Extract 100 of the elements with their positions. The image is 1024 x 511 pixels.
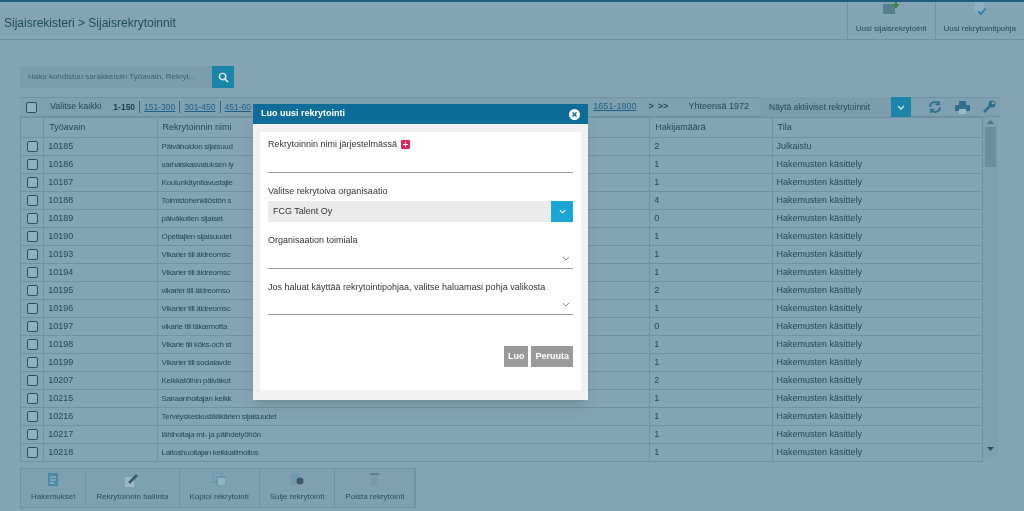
- table-cell: 1: [649, 407, 773, 426]
- field-label: Jos haluat käyttää rekrytointipohjaa, valitse haluamasi pohja valikosta: [268, 280, 546, 294]
- table-cell: Julkaistu: [772, 137, 983, 156]
- checkbox[interactable]: [27, 321, 38, 332]
- field-label: Rekrytoinnin nimi järjestelmässä: [268, 138, 398, 151]
- header-action-button[interactable]: Uusi sijaisrekrytointi: [846, 2, 935, 39]
- table-cell: 10196: [43, 299, 158, 318]
- chevron-down-icon: [562, 255, 570, 261]
- table-cell: 10218: [43, 443, 158, 462]
- document-icon: [48, 473, 59, 486]
- document-lock-icon: [290, 473, 304, 486]
- checkbox[interactable]: [27, 141, 38, 152]
- field-label: Organisaation toimiala: [268, 234, 358, 247]
- refresh-icon[interactable]: [927, 100, 943, 114]
- toolbar-button[interactable]: Kopioi rekrytointi: [179, 469, 260, 507]
- header-action-button[interactable]: Uusi rekrytointipohja: [934, 2, 1024, 39]
- dialog-button[interactable]: Luo: [504, 346, 529, 367]
- page-link[interactable]: 151-300: [139, 100, 180, 114]
- checkbox[interactable]: [27, 339, 38, 350]
- table-cell: Hakemusten käsittely: [772, 191, 983, 210]
- table-cell: 1: [649, 245, 773, 264]
- select-all-label: Valitse kaikki: [50, 100, 102, 114]
- trash-icon: [370, 473, 380, 486]
- page-link[interactable]: 301-450: [179, 100, 220, 114]
- checkbox[interactable]: [27, 213, 38, 224]
- chevron-down-icon: [897, 104, 905, 110]
- page-link[interactable]: 1-150: [113, 100, 140, 114]
- checkbox[interactable]: [27, 429, 38, 440]
- checkbox[interactable]: [27, 177, 38, 188]
- dialog-title: Luo uusi rekrytointi: [261, 107, 346, 121]
- table-cell: 10188: [43, 191, 158, 210]
- table-cell: 1: [649, 263, 773, 282]
- checkbox[interactable]: [27, 159, 38, 170]
- column-header[interactable]: Tila: [772, 117, 983, 138]
- breadcrumb: Sijaisrekisteri > Sijaisrekrytoinnit: [3, 15, 177, 32]
- checkbox[interactable]: [27, 195, 38, 206]
- checkbox[interactable]: [27, 393, 38, 404]
- table-cell: 1: [649, 155, 773, 174]
- column-header[interactable]: Hakijamäärä: [649, 117, 773, 138]
- scroll-down-icon[interactable]: [987, 447, 994, 451]
- checkbox[interactable]: [27, 447, 38, 458]
- table-cell: 2: [649, 281, 773, 300]
- table-cell: Hakemusten käsittely: [772, 245, 983, 264]
- search-icon: [217, 71, 229, 83]
- table-cell: Hakemusten käsittely: [772, 353, 983, 372]
- table-cell: 10190: [43, 227, 158, 246]
- table-cell: Hakemusten käsittely: [772, 155, 983, 174]
- chevron-down-icon: [562, 302, 570, 307]
- document-plus-icon: [883, 2, 900, 15]
- checkbox[interactable]: [27, 375, 38, 386]
- chevron-down-icon: [558, 209, 566, 214]
- table-cell: 10194: [43, 263, 158, 282]
- checkbox[interactable]: [27, 267, 38, 278]
- table-cell: 0: [649, 317, 773, 336]
- table-cell: 10187: [43, 173, 158, 192]
- copy-icon: [212, 473, 226, 486]
- table-cell: Hakemusten käsittely: [772, 299, 983, 318]
- next-page-link[interactable]: >: [648, 100, 654, 114]
- filter-dropdown[interactable]: Näytä aktiiviset rekrytoinnit: [761, 97, 911, 117]
- toolbar-button[interactable]: Poista rekrytointi: [335, 469, 416, 507]
- search-button[interactable]: [212, 66, 234, 88]
- toolbar-button[interactable]: Hakemukset: [21, 469, 87, 507]
- table-cell: Hakemusten käsittely: [772, 317, 983, 336]
- table-cell: 1: [649, 227, 773, 246]
- total-count: Yhteensä 1972: [688, 100, 749, 114]
- table-cell: Hakemusten käsittely: [772, 443, 983, 462]
- checkbox[interactable]: [27, 285, 38, 296]
- last-page-link[interactable]: >>: [657, 100, 669, 114]
- dialog-button[interactable]: Peruuta: [531, 346, 573, 367]
- table-cell: 1: [649, 443, 773, 462]
- page-link[interactable]: 1651-1800: [593, 100, 641, 114]
- table-cell: Hakemusten käsittely: [772, 173, 983, 192]
- table-cell: 10215: [43, 389, 158, 408]
- print-icon[interactable]: [955, 100, 970, 114]
- close-icon[interactable]: [569, 108, 580, 120]
- column-header[interactable]: Työavain: [43, 117, 158, 138]
- table-cell: Hakemusten käsittely: [772, 389, 983, 408]
- table-cell: 10195: [43, 281, 158, 300]
- table-cell: Hakemusten käsittely: [772, 281, 983, 300]
- table-cell: 10185: [43, 137, 158, 156]
- table-cell: 1: [649, 389, 773, 408]
- table-cell: 10216: [43, 407, 158, 426]
- table-cell: 10198: [43, 335, 158, 354]
- checkbox[interactable]: [27, 357, 38, 368]
- table-cell: 10199: [43, 353, 158, 372]
- checkbox[interactable]: [25, 101, 37, 113]
- toolbar-button[interactable]: Rekrytoinnin hallinta: [86, 469, 180, 507]
- table-cell: 4: [649, 191, 773, 210]
- checkbox[interactable]: [27, 303, 38, 314]
- table-cell: Laitoshuoltajan keikkailmoitus: [157, 443, 650, 462]
- checkbox[interactable]: [27, 411, 38, 422]
- table-cell: 0: [649, 209, 773, 228]
- toolbar-button[interactable]: Sulje rekrytointi: [259, 469, 336, 507]
- checkbox[interactable]: [27, 249, 38, 260]
- wrench-icon[interactable]: [982, 100, 996, 114]
- table-cell: Hakemusten käsittely: [772, 263, 983, 282]
- checkbox[interactable]: [27, 231, 38, 242]
- organisation-select[interactable]: FCG Talent Oy: [268, 201, 573, 222]
- table-cell: 1: [649, 335, 773, 354]
- table-cell: 10186: [43, 155, 158, 174]
